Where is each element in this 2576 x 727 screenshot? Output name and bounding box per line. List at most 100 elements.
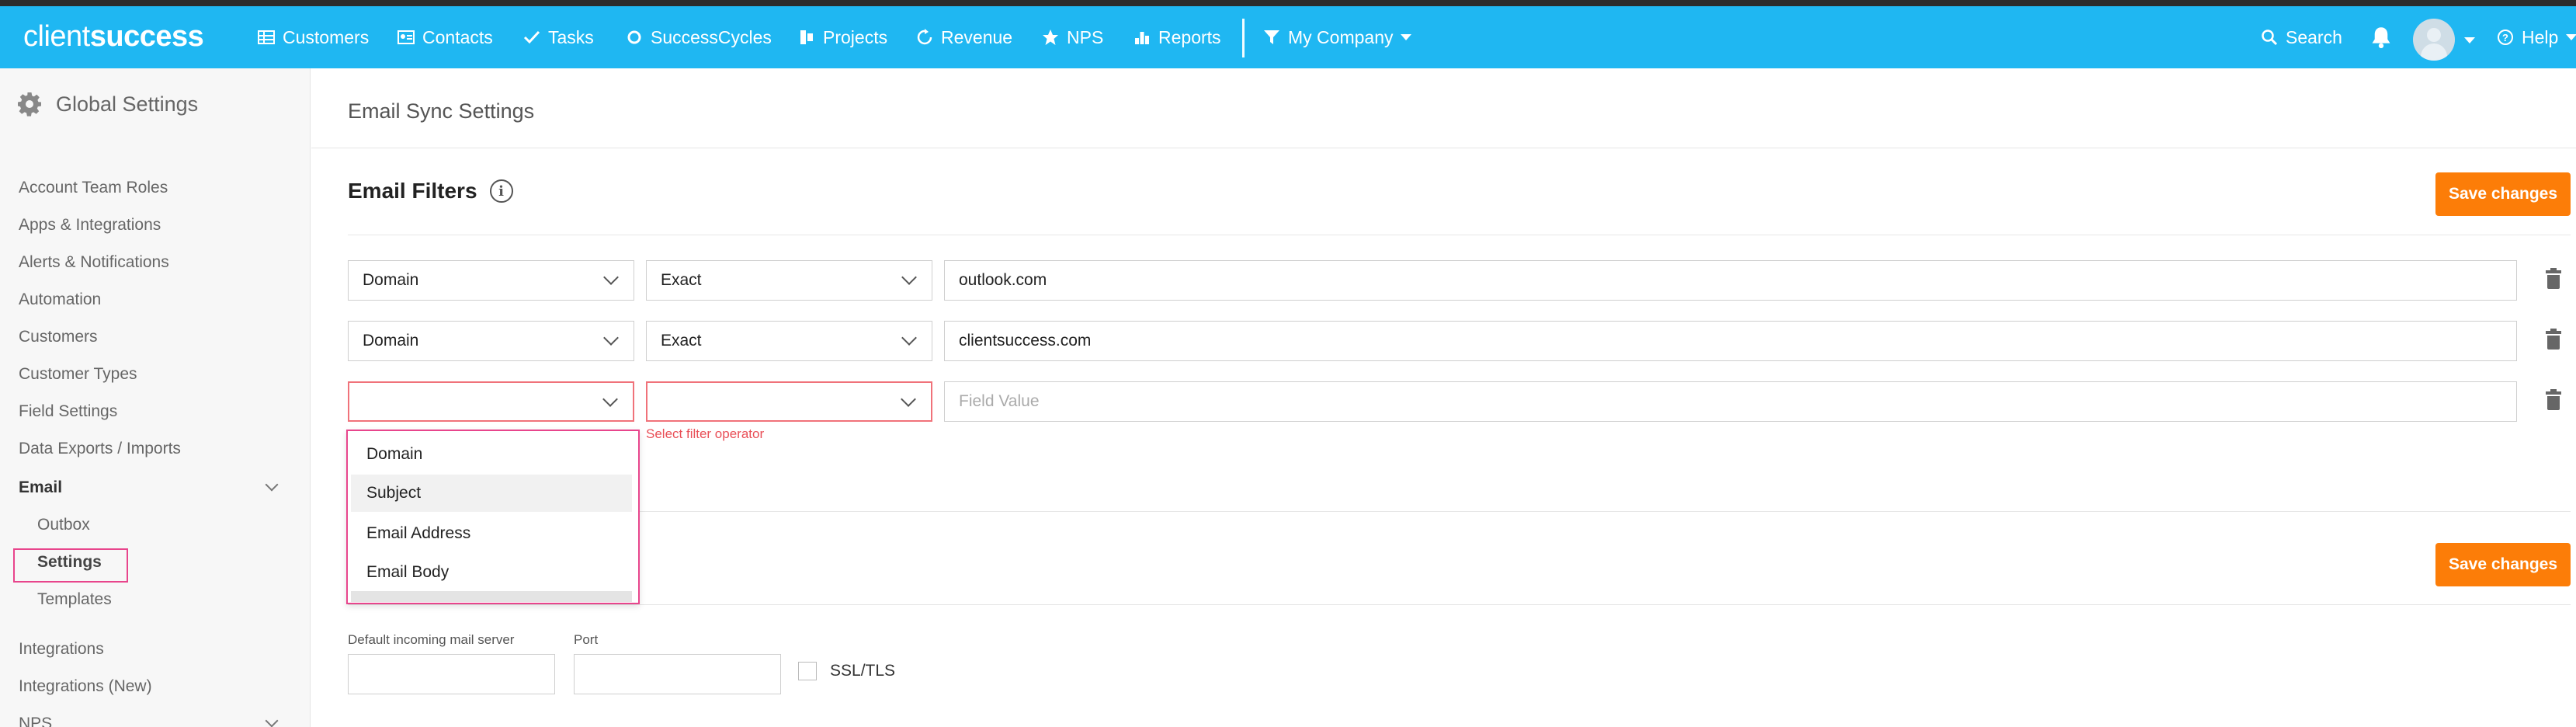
sidebar-item-templates[interactable]: Templates bbox=[37, 590, 112, 609]
sidebar-item-alerts-notifications[interactable]: Alerts & Notifications bbox=[19, 253, 169, 272]
info-icon[interactable]: i bbox=[489, 179, 513, 203]
nav-customers[interactable]: Customers bbox=[258, 25, 369, 50]
bar-chart-icon bbox=[1135, 32, 1149, 44]
nav-contacts-label: Contacts bbox=[422, 26, 493, 47]
notifications-button[interactable] bbox=[2370, 25, 2392, 50]
filter-operator-value: Exact bbox=[661, 332, 702, 350]
dropdown-option-email-address[interactable]: Email Address bbox=[351, 515, 632, 552]
trash-icon[interactable] bbox=[2546, 268, 2561, 289]
nav-reports-label: Reports bbox=[1158, 26, 1221, 47]
email-chevron-down-icon[interactable] bbox=[265, 478, 279, 492]
nav-projects[interactable]: Projects bbox=[798, 25, 887, 50]
nav-nps[interactable]: NPS bbox=[1042, 25, 1103, 50]
avatar-chevron-down-icon[interactable] bbox=[2464, 37, 2475, 43]
avatar[interactable] bbox=[2413, 19, 2455, 61]
gear-icon bbox=[18, 92, 41, 117]
operator-error-message: Select filter operator bbox=[646, 426, 765, 441]
sidebar-item-field-settings[interactable]: Field Settings bbox=[19, 402, 117, 421]
sidebar-item-integrations-new[interactable]: Integrations (New) bbox=[19, 677, 152, 696]
nav-nps-label: NPS bbox=[1067, 26, 1104, 47]
nav-successcycles[interactable]: SuccessCycles bbox=[626, 25, 772, 50]
settings-sidebar: Global Settings Account Team Roles Apps … bbox=[0, 68, 311, 727]
chevron-down-icon bbox=[1401, 34, 1412, 40]
nav-revenue-label: Revenue bbox=[941, 26, 1013, 47]
sidebar-item-nps[interactable]: NPS bbox=[19, 715, 52, 727]
filter-operator-value: Exact bbox=[661, 271, 702, 289]
ssl-checkbox[interactable] bbox=[798, 662, 817, 680]
port-label: Port bbox=[574, 632, 599, 647]
sidebar-item-data-exports-imports[interactable]: Data Exports / Imports bbox=[19, 440, 181, 458]
avatar-body-shape bbox=[2421, 43, 2447, 61]
dropdown-scroll-edge[interactable] bbox=[351, 591, 632, 602]
nav-revenue[interactable]: Revenue bbox=[916, 25, 1012, 50]
sidebar-item-automation[interactable]: Automation bbox=[19, 290, 101, 309]
sidebar-item-outbox[interactable]: Outbox bbox=[37, 516, 90, 534]
check-icon bbox=[523, 30, 540, 44]
filter-value-input[interactable]: Field Value bbox=[944, 381, 2517, 422]
save-changes-button[interactable]: Save changes bbox=[2435, 172, 2571, 216]
sidebar-title: Global Settings bbox=[17, 92, 198, 117]
sidebar-item-integrations[interactable]: Integrations bbox=[19, 640, 104, 659]
company-filter-label: My Company bbox=[1288, 26, 1394, 47]
save-changes-button-2[interactable]: Save changes bbox=[2435, 543, 2571, 586]
nav-successcycles-label: SuccessCycles bbox=[651, 26, 772, 47]
email-filters-title: Email Filters bbox=[348, 179, 477, 203]
incoming-server-input[interactable] bbox=[348, 654, 555, 694]
field-dropdown-menu: Domain Subject Email Address Email Body bbox=[346, 430, 640, 604]
nav-tasks[interactable]: Tasks bbox=[523, 25, 594, 50]
help-icon: ? bbox=[2498, 30, 2513, 45]
company-filter[interactable]: My Company bbox=[1263, 25, 1412, 50]
logo-bold-text: success bbox=[89, 20, 204, 53]
top-navbar: clientsuccess Customers Contacts Tasks S… bbox=[0, 6, 2576, 68]
filter-field-value: Domain bbox=[363, 271, 419, 289]
filter-operator-select[interactable] bbox=[646, 381, 932, 422]
dropdown-option-subject[interactable]: Subject bbox=[351, 475, 632, 512]
star-icon bbox=[1043, 30, 1058, 45]
nav-reports[interactable]: Reports bbox=[1134, 25, 1221, 50]
chevron-down-icon bbox=[602, 391, 618, 407]
sidebar-item-settings[interactable]: Settings bbox=[37, 553, 102, 572]
nav-customers-label: Customers bbox=[283, 26, 370, 47]
sidebar-item-customer-types[interactable]: Customer Types bbox=[19, 365, 137, 384]
window-top-strip bbox=[0, 0, 2576, 6]
trash-icon[interactable] bbox=[2546, 329, 2561, 350]
filter-icon bbox=[1264, 30, 1279, 44]
app-logo[interactable]: clientsuccess bbox=[23, 20, 204, 54]
server-divider bbox=[348, 604, 2571, 605]
projects-icon bbox=[800, 30, 813, 44]
email-filters-heading: Email Filters i bbox=[348, 179, 513, 203]
filter-value-input[interactable]: clientsuccess.com bbox=[944, 321, 2517, 361]
filter-value-input[interactable]: outlook.com bbox=[944, 260, 2517, 301]
chevron-down-icon bbox=[901, 330, 917, 346]
nav-search-label: Search bbox=[2286, 26, 2342, 47]
nav-contacts[interactable]: Contacts bbox=[398, 25, 493, 50]
sidebar-item-apps-integrations[interactable]: Apps & Integrations bbox=[19, 216, 161, 235]
filter-operator-select[interactable]: Exact bbox=[646, 260, 932, 301]
sidebar-item-account-team-roles[interactable]: Account Team Roles bbox=[19, 179, 168, 197]
nps-chevron-down-icon[interactable] bbox=[265, 714, 279, 727]
main-content: Email Sync Settings Email Filters i Save… bbox=[311, 68, 2576, 727]
search-icon bbox=[2262, 30, 2278, 46]
trash-icon[interactable] bbox=[2546, 389, 2561, 410]
filter-field-value: Domain bbox=[363, 332, 419, 350]
filter-operator-select[interactable]: Exact bbox=[646, 321, 932, 361]
filter-field-select[interactable] bbox=[348, 381, 634, 422]
filter-field-select[interactable]: Domain bbox=[348, 321, 634, 361]
cycle-icon bbox=[627, 30, 641, 44]
page-title: Email Sync Settings bbox=[348, 99, 535, 123]
nav-search[interactable]: Search bbox=[2261, 25, 2342, 50]
refresh-icon bbox=[917, 29, 932, 45]
nav-help-label: Help bbox=[2522, 26, 2559, 47]
help-chevron-down-icon bbox=[2566, 34, 2576, 40]
sidebar-item-customers[interactable]: Customers bbox=[19, 328, 98, 346]
bell-icon bbox=[2372, 27, 2390, 48]
dropdown-option-email-body[interactable]: Email Body bbox=[351, 554, 632, 591]
sidebar-title-label: Global Settings bbox=[56, 92, 199, 116]
nav-help[interactable]: ? Help bbox=[2497, 25, 2576, 50]
sidebar-item-email[interactable]: Email bbox=[19, 478, 62, 497]
filter-field-select[interactable]: Domain bbox=[348, 260, 634, 301]
dropdown-option-domain[interactable]: Domain bbox=[351, 436, 632, 473]
nav-tasks-label: Tasks bbox=[548, 26, 594, 47]
port-input[interactable] bbox=[574, 654, 781, 694]
section-divider bbox=[348, 511, 2571, 512]
